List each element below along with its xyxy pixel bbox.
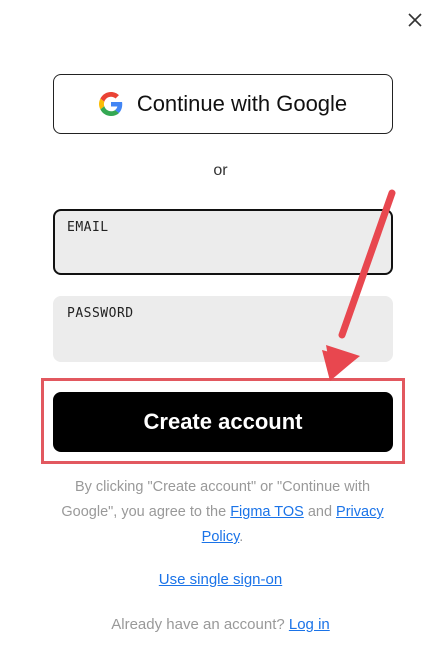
google-logo-icon (98, 92, 123, 116)
legal-text-part3: . (239, 529, 244, 545)
email-label: EMAIL (67, 220, 109, 235)
legal-text: By clicking "Create account" or "Continu… (50, 475, 395, 550)
or-divider-text: or (213, 162, 228, 179)
sso-line: Use single sign-on (0, 571, 441, 588)
password-field[interactable]: PASSWORD (53, 296, 393, 362)
close-button[interactable] (405, 10, 425, 30)
password-input[interactable] (65, 330, 381, 352)
email-input[interactable] (67, 241, 379, 263)
create-account-button[interactable]: Create account (53, 392, 393, 452)
close-icon (408, 13, 422, 27)
password-label: PASSWORD (67, 306, 134, 321)
login-prompt: Already have an account? Log in (0, 616, 441, 633)
log-in-link[interactable]: Log in (289, 616, 330, 633)
google-button-label: Continue with Google (136, 91, 348, 116)
already-have-account-text: Already have an account? (111, 616, 289, 633)
figma-tos-link[interactable]: Figma TOS (230, 504, 304, 520)
email-field[interactable]: EMAIL (53, 209, 393, 275)
legal-text-part2: and (303, 504, 337, 520)
continue-with-google-button[interactable]: Continue with Google (53, 74, 393, 134)
single-sign-on-link[interactable]: Use single sign-on (159, 571, 282, 588)
